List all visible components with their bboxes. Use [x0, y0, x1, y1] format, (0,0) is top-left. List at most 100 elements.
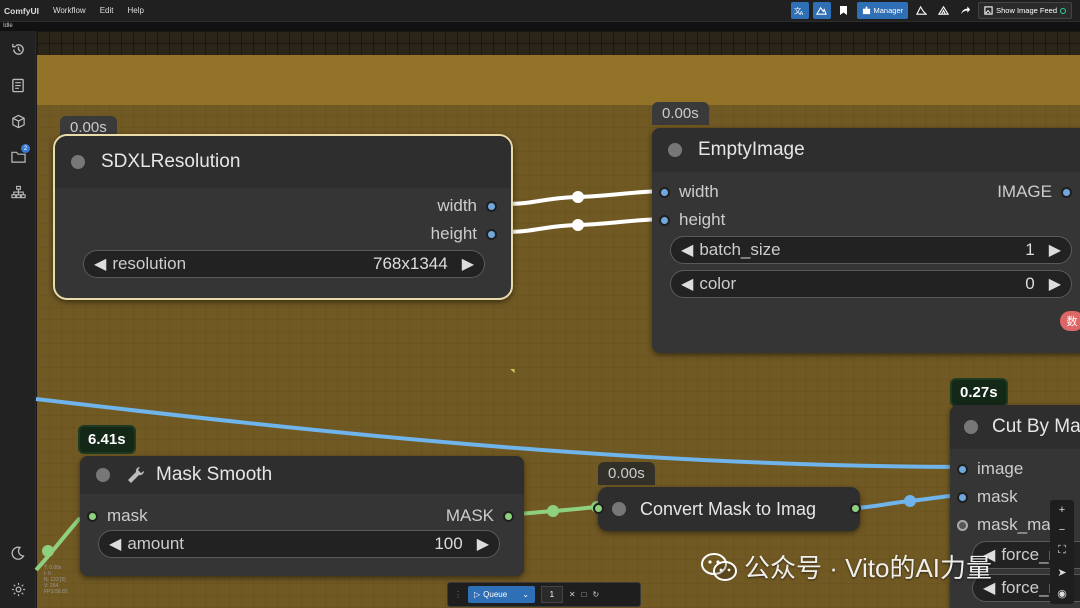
- output-port[interactable]: [486, 228, 497, 240]
- input-label: image: [977, 459, 1024, 478]
- node-collapse-dot[interactable]: [668, 143, 682, 157]
- empty-image-timing: 0.00s: [652, 102, 709, 125]
- node-convert-mask-to-image[interactable]: Convert Mask to Imag: [593, 487, 861, 531]
- chevron-down-icon[interactable]: ⌄: [522, 590, 529, 599]
- stop-icon[interactable]: □: [582, 590, 587, 599]
- increment-arrow-icon[interactable]: ▶: [1049, 240, 1061, 260]
- input-label: mask_ma: [977, 515, 1051, 534]
- node-collapse-dot[interactable]: [964, 420, 978, 434]
- node-title-bar[interactable]: EmptyImage: [652, 128, 1080, 172]
- increment-arrow-icon[interactable]: ▶: [477, 534, 489, 554]
- decrement-arrow-icon[interactable]: ◀: [109, 534, 121, 554]
- drag-handle-icon[interactable]: ⋮: [454, 590, 462, 599]
- pointer-mode-icon[interactable]: ➤: [1057, 566, 1066, 579]
- play-icon: ▷: [474, 590, 481, 599]
- link-midpoint[interactable]: [572, 219, 584, 231]
- zoom-controls: + − ⛶ ➤ ◉: [1050, 500, 1074, 604]
- canvas-stats: T: 0.00s I: 0 N: 123 [5] V: 264 FPS:58.8…: [44, 565, 68, 595]
- output-port[interactable]: [1061, 186, 1072, 198]
- widget-label: batch_size: [699, 240, 781, 259]
- decrement-arrow-icon[interactable]: ◀: [94, 254, 106, 274]
- output-height[interactable]: height: [431, 224, 497, 244]
- fit-view-icon[interactable]: ⛶: [1058, 544, 1066, 557]
- input-port[interactable]: [957, 463, 968, 475]
- node-sdxl-resolution[interactable]: SDXLResolution width height ◀ resolution…: [53, 134, 513, 300]
- widget-label: force_r: [1001, 578, 1055, 597]
- amount-input[interactable]: ◀ amount 100 ▶: [98, 530, 500, 558]
- node-title-bar[interactable]: Convert Mask to Imag: [598, 487, 860, 531]
- input-mask[interactable]: mask: [957, 487, 1018, 507]
- widget-value: 1: [1025, 240, 1035, 259]
- widget-label: force_r: [1001, 545, 1055, 564]
- node-mask-smooth[interactable]: Mask Smooth mask MASK ◀ amount 100 ▶: [80, 456, 524, 576]
- widget-label: amount: [127, 534, 185, 553]
- link-midpoint[interactable]: [42, 545, 54, 557]
- watermark: 公众号 · Vito的AI力量: [700, 548, 992, 585]
- node-title-bar[interactable]: Cut By Ma: [950, 405, 1080, 449]
- output-label: width: [437, 196, 477, 215]
- input-height[interactable]: height: [659, 210, 725, 230]
- node-title: Mask Smooth: [156, 464, 273, 485]
- batch-size-input[interactable]: ◀ batch_size 1 ▶: [670, 236, 1072, 264]
- input-label: width: [679, 182, 719, 201]
- refresh-icon[interactable]: ↻: [592, 590, 599, 599]
- node-title: EmptyImage: [698, 139, 805, 160]
- node-collapse-dot[interactable]: [96, 468, 110, 482]
- increment-arrow-icon[interactable]: ▶: [462, 254, 474, 274]
- link-mask-in[interactable]: [34, 516, 82, 572]
- widget-label: color: [699, 274, 737, 293]
- input-port[interactable]: [659, 186, 670, 198]
- input-width[interactable]: width: [659, 182, 719, 202]
- link-midpoint[interactable]: [904, 495, 916, 507]
- node-badge: 数: [1060, 311, 1080, 331]
- color-input[interactable]: ◀ color 0 ▶: [670, 270, 1072, 298]
- convert-mask-timing: 0.00s: [598, 462, 655, 485]
- output-label: MASK: [445, 506, 494, 525]
- input-port[interactable]: [87, 510, 98, 522]
- input-label: mask: [107, 506, 148, 525]
- input-mask-mapping[interactable]: mask_ma: [957, 515, 1051, 535]
- zoom-out-icon[interactable]: −: [1059, 524, 1065, 536]
- input-label: mask: [977, 487, 1018, 506]
- queue-label: Queue: [483, 590, 508, 599]
- queue-button[interactable]: ▷ Queue ⌄: [468, 586, 535, 603]
- input-port[interactable]: [659, 214, 670, 226]
- input-port[interactable]: [957, 519, 968, 531]
- input-port[interactable]: [593, 503, 604, 514]
- output-port[interactable]: [850, 503, 861, 514]
- link-midpoint[interactable]: [572, 191, 584, 203]
- output-image[interactable]: IMAGE: [997, 182, 1072, 202]
- output-mask[interactable]: MASK: [446, 506, 514, 526]
- link-midpoint[interactable]: [547, 505, 559, 517]
- input-image[interactable]: image: [957, 459, 1023, 479]
- node-title-bar[interactable]: SDXLResolution: [55, 136, 511, 188]
- input-mask[interactable]: mask: [87, 506, 148, 526]
- node-title-bar[interactable]: Mask Smooth: [80, 456, 524, 494]
- wechat-icon: [701, 552, 737, 581]
- output-label: IMAGE: [997, 182, 1052, 201]
- increment-arrow-icon[interactable]: ▶: [1049, 274, 1061, 294]
- node-collapse-dot[interactable]: [71, 155, 85, 169]
- cancel-icon[interactable]: ✕: [569, 590, 576, 599]
- mask-smooth-timing: 6.41s: [78, 425, 136, 454]
- input-label: height: [679, 210, 726, 229]
- widget-value: 100: [434, 534, 463, 553]
- input-port[interactable]: [957, 491, 968, 503]
- node-empty-image[interactable]: EmptyImage width height IMAGE ◀ batch_si…: [652, 128, 1080, 353]
- node-collapse-dot[interactable]: [612, 502, 626, 516]
- resolution-combo[interactable]: ◀ resolution 768x1344 ▶: [83, 250, 485, 278]
- widget-label: resolution: [112, 254, 187, 273]
- output-width[interactable]: width: [437, 196, 497, 216]
- zoom-in-icon[interactable]: +: [1059, 504, 1065, 516]
- toggle-links-icon[interactable]: ◉: [1057, 587, 1067, 600]
- node-title: SDXLResolution: [101, 151, 241, 172]
- output-port[interactable]: [486, 200, 497, 212]
- node-title: Convert Mask to Imag: [640, 498, 817, 519]
- queue-bar: ⋮ ▷ Queue ⌄ 1 ✕ □ ↻: [447, 582, 641, 607]
- output-port[interactable]: [503, 510, 514, 522]
- stat-line: FPS:58.82: [44, 589, 68, 595]
- node-title: Cut By Ma: [992, 416, 1080, 437]
- decrement-arrow-icon[interactable]: ◀: [681, 240, 693, 260]
- batch-count-input[interactable]: 1: [540, 586, 563, 603]
- decrement-arrow-icon[interactable]: ◀: [681, 274, 693, 294]
